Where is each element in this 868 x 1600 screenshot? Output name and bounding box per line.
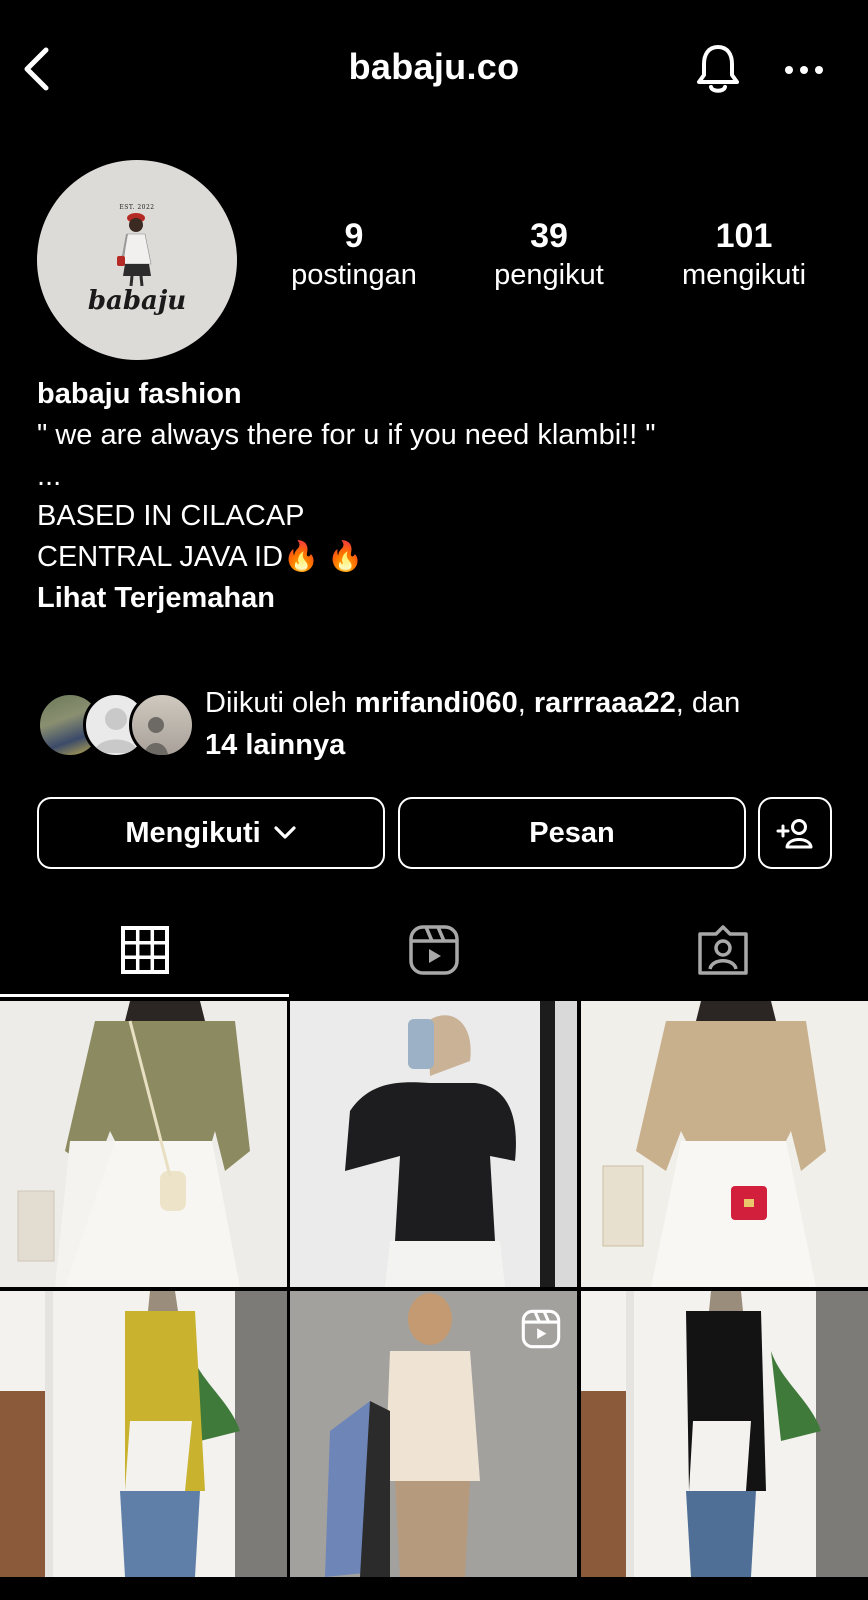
notifications-button[interactable] [690, 40, 746, 98]
logo-wordmark: babaju [87, 286, 187, 316]
logo-figure-illustration [117, 213, 152, 287]
bio-line: CENTRAL JAVA ID🔥 🔥 [37, 541, 364, 573]
more-horizontal-icon [785, 66, 823, 74]
message-button-label: Pesan [529, 816, 615, 849]
see-translation-link[interactable]: Lihat Terjemahan [37, 578, 837, 619]
followed-by-prefix: Diikuti oleh [205, 687, 355, 719]
stat-posts-value: 9 [344, 217, 364, 255]
post-photo-beige-blouse [581, 1001, 868, 1287]
followed-by-row[interactable]: Diikuti oleh mrifandi060, rarrraaa22, da… [37, 682, 837, 772]
followed-by-separator: , [517, 687, 534, 719]
post-photo-black-blouse [290, 1001, 577, 1287]
message-button[interactable]: Pesan [398, 797, 746, 869]
more-options-button[interactable] [778, 48, 830, 92]
stat-followers[interactable]: 39 pengikut [464, 214, 634, 292]
profile-name: babaju fashion [37, 378, 242, 410]
followed-by-suffix: , dan [675, 687, 741, 719]
active-tab-indicator [0, 994, 289, 997]
bio-line: BASED IN CILACAP [37, 500, 305, 532]
grid-post[interactable] [0, 1291, 287, 1577]
tab-posts[interactable] [0, 900, 289, 1000]
follower-avatar [129, 692, 195, 758]
profile-tabs [0, 900, 868, 1000]
stat-posts[interactable]: 9 postingan [269, 214, 439, 292]
profile-avatar[interactable]: EST. 2022 babaju [37, 160, 237, 360]
stat-posts-label: postingan [291, 259, 417, 291]
top-bar: babaju.co [0, 0, 868, 140]
follower-photo-silhouette [144, 717, 168, 755]
grid-post[interactable] [581, 1291, 868, 1577]
followed-by-others[interactable]: 14 lainnya [205, 729, 345, 761]
grid-post[interactable] [0, 1001, 287, 1287]
grid-post[interactable] [290, 1001, 577, 1287]
tagged-icon [697, 925, 748, 975]
bio-line: " we are always there for u if you need … [37, 419, 656, 451]
reels-icon [408, 925, 459, 975]
grid-post-reel[interactable] [290, 1291, 577, 1577]
profile-bio: babaju fashion " we are always there for… [37, 374, 837, 619]
stat-following-label: mengikuti [681, 259, 807, 291]
stat-followers-value: 39 [530, 217, 568, 255]
add-user-icon [776, 819, 813, 849]
follower-username[interactable]: mrifandi060 [355, 687, 518, 719]
tab-reels[interactable] [289, 900, 578, 1000]
suggested-users-button[interactable] [758, 797, 832, 869]
follower-username[interactable]: rarrraaa22 [534, 687, 676, 719]
reel-indicator [521, 1309, 561, 1354]
chevron-down-icon [274, 826, 296, 839]
post-photo-olive-blouse [0, 1001, 287, 1287]
followed-by-text: Diikuti oleh mrifandi060, rarrraaa22, da… [205, 682, 855, 766]
stat-followers-label: pengikut [494, 259, 604, 291]
following-button[interactable]: Mengikuti [37, 797, 385, 869]
tab-tagged[interactable] [578, 900, 867, 1000]
grid-icon [120, 926, 169, 974]
bell-icon [697, 45, 739, 93]
post-photo-black-tunic [581, 1291, 868, 1577]
following-button-label: Mengikuti [125, 816, 261, 849]
bio-line: ... [37, 460, 62, 492]
grid-post[interactable] [581, 1001, 868, 1287]
stat-following-value: 101 [715, 217, 773, 255]
reels-badge-icon [521, 1309, 561, 1349]
stat-following[interactable]: 101 mengikuti [659, 214, 829, 292]
post-photo-mustard-tunic [0, 1291, 287, 1577]
